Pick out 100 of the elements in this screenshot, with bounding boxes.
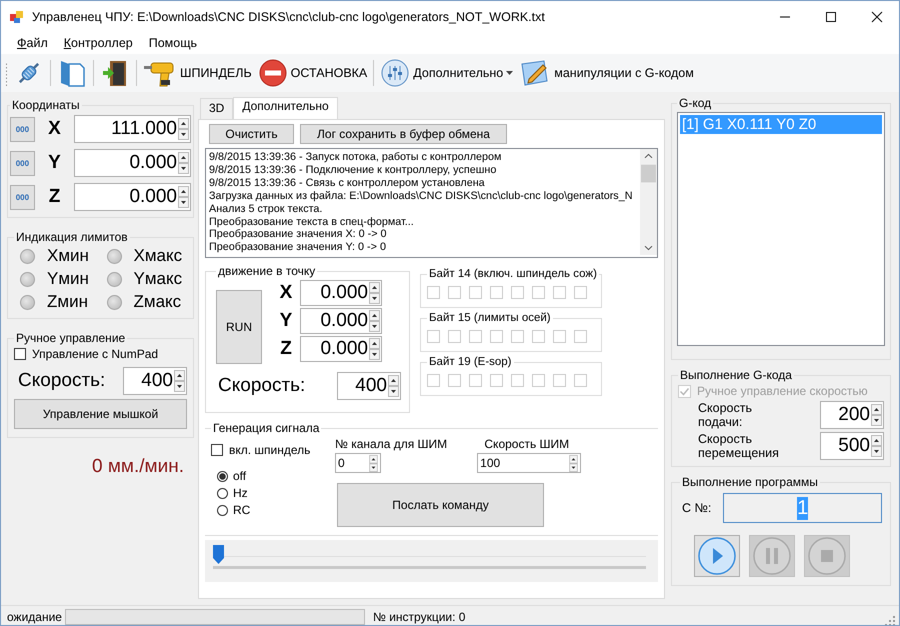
spin-arrows-icon[interactable] <box>871 435 882 457</box>
spin-arrows-icon[interactable] <box>174 370 185 392</box>
axis-label: X <box>278 282 294 304</box>
number-field[interactable]: 400 <box>123 367 187 395</box>
group-title: Байт 19 (E-sop) <box>428 356 513 368</box>
spin-arrows-icon[interactable] <box>871 404 882 426</box>
feed-readout: 0 мм./мин. <box>91 456 185 478</box>
number-field[interactable]: 0 <box>335 453 381 473</box>
log-line: Преобразование текста в спец-формат... <box>209 216 415 228</box>
number-field[interactable]: 0.000 <box>300 280 382 306</box>
zero-button[interactable]: 000 <box>10 116 35 142</box>
spin-arrows-icon[interactable] <box>369 282 380 304</box>
mouse-control-button[interactable]: Управление мышкой <box>14 399 187 429</box>
limit-label: Xмин <box>47 246 89 266</box>
tab[interactable]: 3D <box>200 98 234 119</box>
group-title: Координаты <box>11 98 81 112</box>
axis-label: X <box>47 118 62 140</box>
start-line-label: С №: <box>682 501 712 515</box>
number-field[interactable]: 500 <box>820 432 884 460</box>
close-icon[interactable] <box>871 10 883 22</box>
group-title: Выполнение G-кода <box>679 368 793 382</box>
spin-arrows-icon[interactable] <box>178 118 189 140</box>
checkbox-label: Управление с NumPad <box>32 347 158 361</box>
axis-label: Z <box>48 186 62 208</box>
log-line: Преобразование значения X: 0 -> 0 <box>209 228 388 242</box>
group-title: Байт 15 (лимиты осей) <box>428 312 552 324</box>
feed-label: Скорость подачи: <box>698 401 753 429</box>
number-field[interactable]: 0.000 <box>74 183 191 211</box>
checkbox-label: Ручное управление скоростью <box>697 384 868 398</box>
menu-item[interactable]: Контроллер <box>56 36 141 50</box>
log-line: Анализ 5 строк текста. <box>209 202 324 216</box>
radio-button[interactable] <box>217 470 228 482</box>
log-line: 9/8/2015 13:39:36 - Запуск потока, работы с контроллером <box>209 151 502 164</box>
limit-label: Yмин <box>47 269 89 289</box>
spin-arrows-icon[interactable] <box>178 152 189 174</box>
limit-label: Zмин <box>47 292 88 312</box>
toolbar-button[interactable]: ОСТАНОВКА <box>254 56 370 90</box>
sliders-icon <box>380 58 410 88</box>
send-command-button[interactable]: Послать команду <box>337 483 544 527</box>
log-line: 9/8/2015 13:39:36 - Связь с контроллером установлена <box>209 176 486 190</box>
play-button[interactable] <box>694 535 740 577</box>
group-title: Ручное управление <box>15 331 126 345</box>
caret-icon <box>506 71 514 75</box>
instruction-count: № инструкции: 0 <box>373 610 466 624</box>
spin-arrows-icon[interactable] <box>568 454 580 472</box>
spin-arrows-icon[interactable] <box>369 310 380 332</box>
resize-grip-icon <box>885 616 895 625</box>
spin-arrows-icon[interactable] <box>369 338 380 360</box>
pwm-label: Скорость ШИМ <box>484 437 570 451</box>
stop-icon <box>258 58 288 88</box>
tab[interactable]: Дополнительно <box>233 97 338 119</box>
number-field[interactable]: 0.000 <box>300 336 382 362</box>
number-field[interactable]: 111.000 <box>74 115 191 143</box>
slider-thumb[interactable] <box>213 545 224 564</box>
zero-button[interactable]: 000 <box>10 184 35 210</box>
number-field[interactable]: 200 <box>820 401 884 429</box>
menu-item[interactable]: Помощь <box>140 36 206 50</box>
travel-label: Скорость перемещения <box>698 432 778 460</box>
checkbox[interactable] <box>14 348 26 360</box>
app-icon <box>9 8 25 24</box>
radio-label: RC <box>233 503 250 517</box>
group-title: движение в точку <box>217 264 316 278</box>
log-line: Загрузка данных из файла: E:\Downloads\CNC DISKS\cnc\club-cnc logo\generators_N <box>209 190 634 203</box>
menu-item[interactable]: Файл <box>9 36 56 50</box>
checkbox[interactable] <box>211 444 223 456</box>
group-title: Байт 14 (включ. шпиндель сож) <box>428 268 598 280</box>
toolbar-button[interactable]: Дополнительно <box>377 56 516 90</box>
limit-label: Yмакс <box>134 269 182 289</box>
speed-label: Скорость: <box>218 375 306 397</box>
speed-label: Скорость: <box>18 370 106 392</box>
log-button[interactable]: Лог сохранить в буфер обмена <box>300 124 507 144</box>
number-field[interactable]: 400 <box>337 372 401 400</box>
radio-button[interactable] <box>217 488 228 498</box>
maximize-icon[interactable] <box>825 10 837 22</box>
spin-arrows-icon[interactable] <box>368 454 379 472</box>
number-field[interactable]: 0.000 <box>74 149 191 177</box>
group-title: G-код <box>678 96 712 110</box>
status-text: ожидание <box>7 610 63 624</box>
spin-arrows-icon[interactable] <box>388 375 399 397</box>
channel-label: № канала для ШИМ <box>335 437 448 451</box>
scrollbar[interactable] <box>640 149 657 255</box>
group-title: Генерация сигнала <box>212 421 320 435</box>
axis-label: Y <box>278 310 294 332</box>
log-line: Преобразование значения Y: 0 -> 0 <box>209 241 387 254</box>
toolbar-button[interactable]: манипуляции с G-кодом <box>516 56 697 90</box>
radio-label: Hz <box>233 486 248 500</box>
limit-label: Xмакс <box>134 246 182 266</box>
axis-label: Y <box>47 152 62 174</box>
number-field[interactable]: 0.000 <box>300 308 382 334</box>
group-title: Индикация лимитов <box>15 230 129 244</box>
slider-track[interactable] <box>213 545 646 569</box>
number-field[interactable]: 100 <box>477 453 582 473</box>
spin-arrows-icon[interactable] <box>178 186 189 208</box>
zero-button[interactable]: 000 <box>10 150 35 176</box>
log-button[interactable]: Очистить <box>209 124 294 144</box>
axis-label: Z <box>279 338 293 360</box>
toolbar-button[interactable]: ШПИНДЕЛЬ <box>140 56 255 90</box>
checkbox-label: вкл. шпиндель <box>229 443 310 457</box>
radio-button[interactable] <box>217 504 228 516</box>
run-button[interactable]: RUN <box>216 290 262 364</box>
